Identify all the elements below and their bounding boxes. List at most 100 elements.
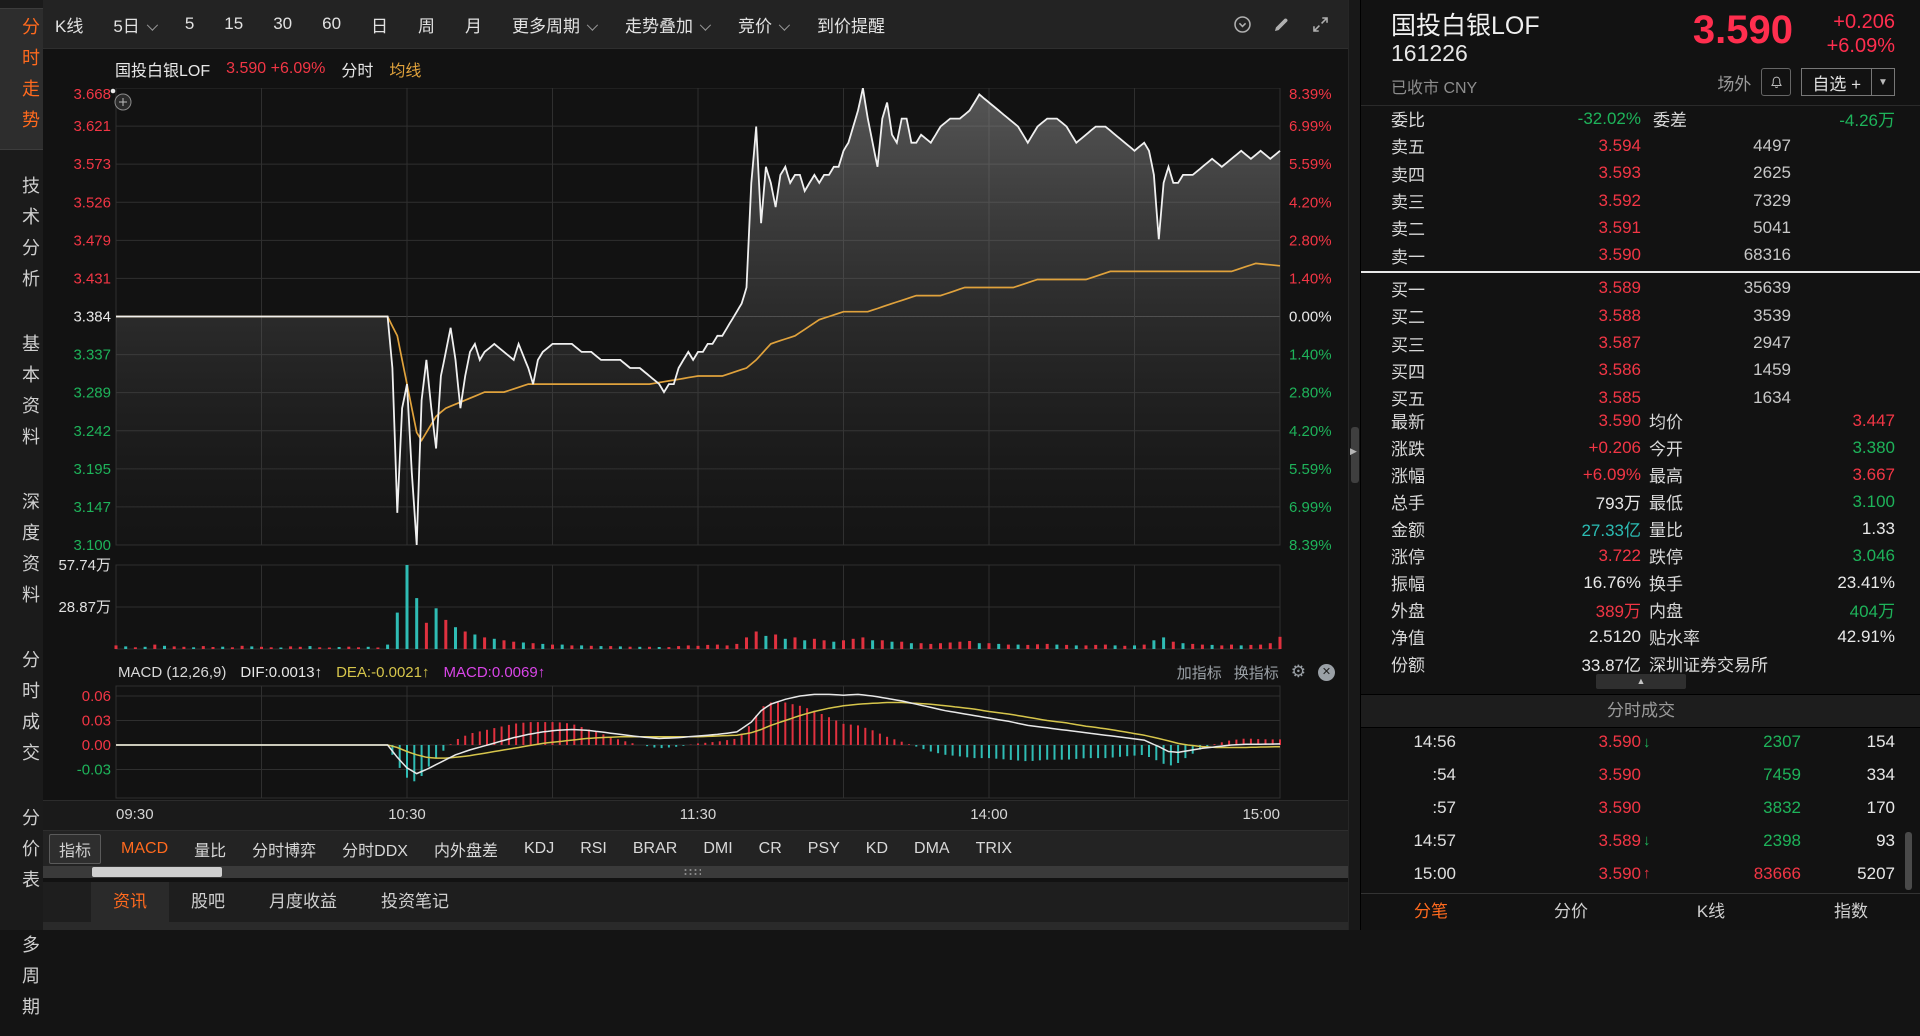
trades-section-title: 分时成交 xyxy=(1361,694,1920,728)
news-tab-月度收益[interactable]: 月度收益 xyxy=(247,882,359,922)
indicator-button[interactable]: 指标 xyxy=(49,834,101,864)
ma-legend-label[interactable]: 均线 xyxy=(389,57,421,81)
weibi-label: 委比 xyxy=(1391,106,1425,131)
toolbar-item-kline[interactable]: K线 xyxy=(55,12,83,37)
sidebar-item-depth-info[interactable]: 深度资料 xyxy=(0,484,43,624)
indicator-tab-kd[interactable]: KD xyxy=(866,840,888,858)
sidebar-item-timeline[interactable]: 分时走势 xyxy=(0,8,43,150)
add-indicator-button[interactable]: 加指标 xyxy=(1177,662,1222,683)
indicator-tab-trix[interactable]: TRIX xyxy=(976,840,1012,858)
trades-scrollbar[interactable] xyxy=(1905,832,1912,890)
stat-value: 33.87亿 xyxy=(1481,651,1641,676)
panel-tab-分价[interactable]: 分价 xyxy=(1501,894,1641,931)
intraday-chart[interactable]: 3.6688.39%3.6216.99%3.5735.59%3.5264.20%… xyxy=(43,88,1348,800)
pct-axis-label: 4.20% xyxy=(1289,194,1332,211)
toolbar-item-more-periods[interactable]: 更多周期 xyxy=(512,12,595,37)
toolbar-item-60min[interactable]: 60 xyxy=(322,14,341,34)
stat-value: +6.09% xyxy=(1481,465,1641,485)
trade-volume: 7459 xyxy=(1691,765,1801,785)
panel-tab-K线[interactable]: K线 xyxy=(1641,894,1781,931)
pct-axis-label: 2.80% xyxy=(1289,385,1332,402)
bid-row-1[interactable]: 买一3.58935639 xyxy=(1361,275,1920,302)
bid-price: 3.588 xyxy=(1481,306,1641,326)
toolbar-item-day[interactable]: 日 xyxy=(371,12,388,37)
indicator-tab-kdj[interactable]: KDJ xyxy=(524,840,554,858)
watchlist-dropdown-icon[interactable]: ▼ xyxy=(1871,69,1894,95)
weicha-value: -4.26万 xyxy=(1839,106,1895,131)
ask-volume: 4497 xyxy=(1651,136,1791,156)
toolbar-item-15min[interactable]: 15 xyxy=(224,14,243,34)
indicator-tab-分时博弈[interactable]: 分时博弈 xyxy=(252,837,316,861)
news-tab-资讯[interactable]: 资讯 xyxy=(91,882,169,922)
sidebar-item-multi-period[interactable]: 多周期 xyxy=(0,927,43,1036)
indicator-tab-brar[interactable]: BRAR xyxy=(633,840,677,858)
sidebar-item-basic-info[interactable]: 基本资料 xyxy=(0,326,43,466)
indicator-tab-分时ddx[interactable]: 分时DDX xyxy=(342,837,408,861)
fullscreen-icon[interactable] xyxy=(1311,15,1330,34)
toolbar-item-price-alert[interactable]: 到价提醒 xyxy=(817,12,885,37)
indicator-tab-rsi[interactable]: RSI xyxy=(580,840,607,858)
macd-macd-value: MACD:0.0069↑ xyxy=(443,664,545,681)
bid-row-4[interactable]: 买四3.5861459 xyxy=(1361,357,1920,384)
trade-count: 5207 xyxy=(1857,864,1895,884)
bid-label: 买一 xyxy=(1391,276,1425,301)
stats-collapse-button[interactable]: ▲ xyxy=(1596,674,1686,689)
toolbar-item-auction[interactable]: 竞价 xyxy=(738,12,787,37)
chevron-down-icon xyxy=(147,19,158,30)
indicator-tab-dma[interactable]: DMA xyxy=(914,840,950,858)
indicator-tab-量比[interactable]: 量比 xyxy=(194,837,226,861)
toolbar-item-30min[interactable]: 30 xyxy=(273,14,292,34)
news-tab-投资笔记[interactable]: 投资笔记 xyxy=(359,882,471,922)
ask-row-2[interactable]: 卖二3.5915041 xyxy=(1361,214,1920,241)
ask-volume: 5041 xyxy=(1651,218,1791,238)
market-row: 场外 自选 + ▼ xyxy=(1717,68,1895,96)
ask-price: 3.594 xyxy=(1481,136,1641,156)
trade-time: :57 xyxy=(1381,798,1456,818)
horizontal-splitter[interactable] xyxy=(43,866,1348,878)
splitter-grip-icon[interactable] xyxy=(683,868,701,876)
pct-axis-label: 5.59% xyxy=(1289,461,1332,478)
trade-volume: 2307 xyxy=(1691,732,1801,752)
ask-row-4[interactable]: 卖四3.5932625 xyxy=(1361,160,1920,187)
splitter-scroll-thumb[interactable] xyxy=(92,867,222,877)
bid-row-2[interactable]: 买二3.5883539 xyxy=(1361,302,1920,329)
sidebar-item-technical[interactable]: 技术分析 xyxy=(0,168,43,308)
chart-mode-label[interactable]: 分时 xyxy=(341,57,373,81)
indicator-tab-macd[interactable]: MACD xyxy=(121,840,168,858)
sidebar-item-time-trades[interactable]: 分时成交 xyxy=(0,642,43,782)
toolbar-item-month[interactable]: 月 xyxy=(465,12,482,37)
ask-row-3[interactable]: 卖三3.5927329 xyxy=(1361,187,1920,214)
ask-row-5[interactable]: 卖五3.5944497 xyxy=(1361,132,1920,159)
interval-history-icon[interactable] xyxy=(1233,15,1252,34)
stat-label: 最高 xyxy=(1649,462,1683,487)
chart-legend: 国投白银LOF 3.590 +6.09% 分时 均线 xyxy=(115,49,421,88)
toolbar-item-5day[interactable]: 5日 xyxy=(113,12,154,37)
toolbar-item-overlay[interactable]: 走势叠加 xyxy=(625,12,708,37)
news-tab-股吧[interactable]: 股吧 xyxy=(169,882,247,922)
collapse-arrow-icon[interactable]: ▶ xyxy=(1350,446,1357,457)
alert-bell-button[interactable] xyxy=(1761,68,1791,96)
trades-list[interactable]: 14:563.590↓2307154:543.5907459334:573.59… xyxy=(1361,726,1920,890)
stat-label: 深圳证券交易所 xyxy=(1649,651,1768,676)
swap-indicator-button[interactable]: 换指标 xyxy=(1234,662,1279,683)
add-watchlist-button[interactable]: 自选 + ▼ xyxy=(1801,68,1895,96)
toolbar-item-5min[interactable]: 5 xyxy=(185,14,194,34)
indicator-tab-dmi[interactable]: DMI xyxy=(703,840,732,858)
bid-row-3[interactable]: 买三3.5872947 xyxy=(1361,329,1920,356)
panel-tab-指数[interactable]: 指数 xyxy=(1781,894,1920,931)
indicator-tab-内外盘差[interactable]: 内外盘差 xyxy=(434,837,498,861)
ask-row-1[interactable]: 卖一3.59068316 xyxy=(1361,241,1920,268)
left-sidebar: 分时走势技术分析基本资料深度资料分时成交分价表多周期 xyxy=(0,0,44,930)
indicator-tab-psy[interactable]: PSY xyxy=(808,840,840,858)
draw-brush-icon[interactable] xyxy=(1272,15,1291,34)
close-indicator-icon[interactable]: ✕ xyxy=(1318,664,1335,681)
order-book[interactable]: 委比-32.02%委差-4.26万卖五3.5944497卖四3.5932625卖… xyxy=(1361,105,1920,411)
macd-axis-label: 0.03 xyxy=(82,712,111,729)
panel-tab-分笔[interactable]: 分笔 xyxy=(1361,894,1501,931)
stat-label: 换手 xyxy=(1649,570,1683,595)
sidebar-item-price-table[interactable]: 分价表 xyxy=(0,800,43,909)
toolbar-item-week[interactable]: 周 xyxy=(418,12,435,37)
gear-icon[interactable]: ⚙ xyxy=(1291,662,1306,682)
indicator-tab-cr[interactable]: CR xyxy=(759,840,782,858)
stat-label: 贴水率 xyxy=(1649,624,1700,649)
